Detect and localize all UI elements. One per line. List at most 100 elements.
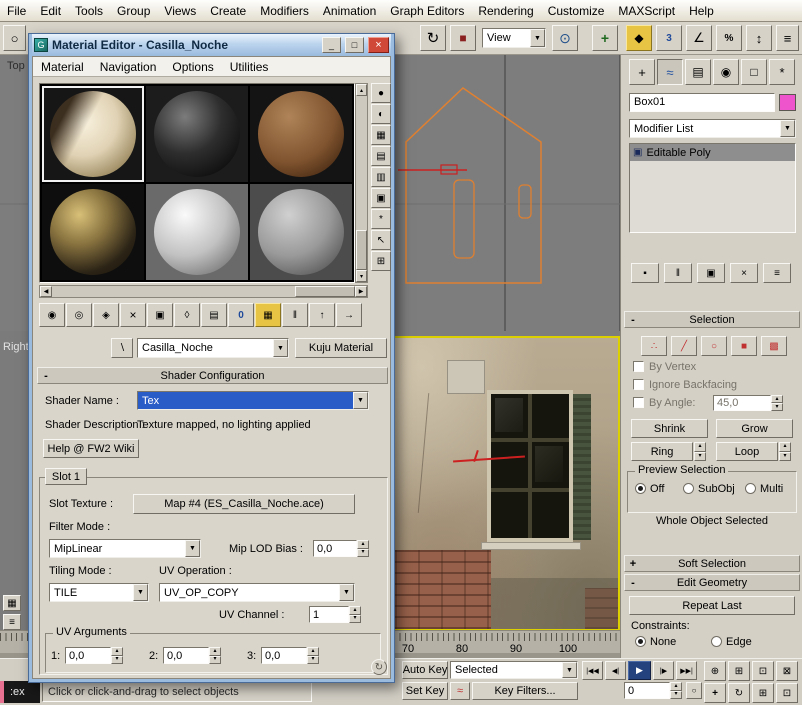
make-unique-icon[interactable]: ▣ [697, 263, 725, 283]
zoom-icon[interactable]: ⊕ [704, 661, 726, 681]
modifier-stack[interactable]: ▣ Editable Poly [629, 143, 796, 233]
menu-modifiers[interactable]: Modifiers [253, 4, 316, 18]
repeat-last-button[interactable]: Repeat Last [629, 596, 795, 615]
help-wiki-button[interactable]: Help @ FW2 Wiki [43, 439, 139, 458]
select-object-icon[interactable]: ○ [3, 25, 26, 51]
menu-edit[interactable]: Edit [33, 4, 68, 18]
menu-views[interactable]: Views [157, 4, 203, 18]
display-tab-icon[interactable]: □ [741, 59, 767, 85]
modify-tab-icon[interactable]: ≈ [657, 59, 683, 85]
uv-operation-dropdown[interactable]: UV_OP_COPY ▼ [159, 583, 355, 602]
set-key-button[interactable]: Set Key [402, 682, 448, 700]
ring-button[interactable]: Ring [631, 442, 693, 461]
preview-multi-radio[interactable] [745, 483, 756, 494]
hierarchy-tab-icon[interactable]: ▤ [685, 59, 711, 85]
sample-slot-1[interactable] [42, 86, 144, 182]
reference-coordinate-dropdown[interactable]: View ▼ [482, 28, 546, 48]
object-name-field[interactable]: Box01 [629, 93, 775, 112]
key-filters-button[interactable]: Key Filters... [472, 682, 578, 700]
vscroll-thumb[interactable] [356, 230, 367, 270]
go-to-sibling-icon[interactable]: → [336, 303, 362, 327]
next-frame-icon[interactable]: |▶ [653, 661, 674, 680]
arg1-spinner[interactable]: 0,0 ▴▾ [65, 647, 123, 664]
grow-button[interactable]: Grow [716, 419, 793, 438]
uv-channel-spinner[interactable]: 1 ▴▾ [309, 606, 361, 623]
constraint-edge-radio[interactable] [711, 636, 722, 647]
me-menu-utilities[interactable]: Utilities [222, 60, 277, 74]
orbit-icon[interactable]: ↻ [728, 683, 750, 703]
shader-name-dropdown[interactable]: Tex ▼ [137, 391, 369, 410]
menu-create[interactable]: Create [203, 4, 253, 18]
menu-help[interactable]: Help [682, 4, 721, 18]
make-copy-icon[interactable]: ▣ [147, 303, 173, 327]
selection-rollout-header[interactable]: - Selection [624, 311, 800, 328]
sample-slot-4[interactable] [42, 184, 144, 280]
angle-snap-icon[interactable]: ∠ [686, 25, 712, 51]
scroll-down-icon[interactable]: ▾ [356, 270, 367, 282]
sample-hscrollbar[interactable]: ◀ ▶ [39, 285, 368, 298]
me-menu-options[interactable]: Options [164, 60, 221, 74]
edge-subobject-icon[interactable]: ╱ [671, 336, 697, 356]
pick-material-icon[interactable]: ∖ [111, 338, 133, 358]
me-menu-navigation[interactable]: Navigation [92, 60, 165, 74]
modifier-list-dropdown[interactable]: Modifier List ▼ [629, 119, 796, 138]
chevron-down-icon[interactable]: ▼ [353, 392, 368, 409]
get-material-icon[interactable]: ◉ [39, 303, 65, 327]
chevron-down-icon[interactable]: ▼ [273, 339, 288, 357]
selection-set-dropdown[interactable]: Selected ▼ [450, 661, 578, 679]
current-frame-spinner[interactable]: 0 ▴▾ [624, 682, 682, 699]
chevron-down-icon[interactable]: ▼ [562, 662, 577, 678]
maximize-viewport-icon[interactable]: ⊞ [752, 683, 774, 703]
arg3-spinner[interactable]: 0,0 ▴▾ [261, 647, 319, 664]
make-preview-icon[interactable]: ▣ [371, 188, 391, 208]
sample-slot-5[interactable] [146, 184, 248, 280]
select-manipulate-icon[interactable]: + [592, 25, 618, 51]
material-name-dropdown[interactable]: Casilla_Noche ▼ [137, 338, 289, 358]
previous-frame-icon[interactable]: ◀| [605, 661, 626, 680]
sample-slot-2[interactable] [146, 86, 248, 182]
material-editor-titlebar[interactable]: G Material Editor - Casilla_Noche _ □ × [32, 34, 391, 56]
slot1-tab[interactable]: Slot 1 [45, 468, 87, 485]
polygon-subobject-icon[interactable]: ■ [731, 336, 757, 356]
select-rotate-icon[interactable]: ↻ [420, 25, 446, 51]
go-to-end-icon[interactable]: ▶▶| [676, 661, 697, 680]
material-class-button[interactable]: Kuju Material [295, 338, 387, 358]
menu-rendering[interactable]: Rendering [471, 4, 540, 18]
me-menu-material[interactable]: Material [33, 60, 92, 74]
stack-item-editable-poly[interactable]: ▣ Editable Poly [630, 144, 795, 161]
close-icon[interactable]: × [368, 37, 389, 53]
loop-spinner[interactable]: ▴▾ [779, 442, 792, 461]
list-icon[interactable]: ≡ [3, 614, 21, 630]
make-unique-material-icon[interactable]: ◊ [174, 303, 200, 327]
go-to-start-icon[interactable]: |◀◀ [582, 661, 603, 680]
chevron-down-icon[interactable]: ▼ [339, 584, 354, 601]
zoom-all-icon[interactable]: ⊞ [728, 661, 750, 681]
zoom-extents-all-icon[interactable]: ⊠ [776, 661, 798, 681]
object-color-swatch[interactable] [779, 94, 796, 111]
filter-mode-dropdown[interactable]: MipLinear ▼ [49, 539, 201, 558]
menu-maxscript[interactable]: MAXScript [611, 4, 682, 18]
spinner-down-icon[interactable]: ▾ [771, 403, 783, 411]
new-key-tangent-icon[interactable]: ≈ [450, 682, 470, 700]
field-of-view-icon[interactable]: ⊡ [776, 683, 798, 703]
mip-lod-bias-spinner[interactable]: 0,0 ▴▾ [313, 540, 369, 557]
auto-key-button[interactable]: Auto Key [402, 661, 448, 679]
maxscript-mini-listener[interactable]: :ex [0, 681, 40, 703]
use-pivot-center-icon[interactable]: ⊙ [552, 25, 578, 51]
chevron-down-icon[interactable]: ▼ [530, 29, 545, 47]
viewport-perspective[interactable] [393, 336, 620, 631]
go-to-parent-icon[interactable]: ↑ [309, 303, 335, 327]
snap-3d-icon[interactable]: 3 [656, 25, 682, 51]
slot-texture-button[interactable]: Map #4 (ES_Casilla_Noche.ace) [133, 494, 355, 514]
pin-stack-icon[interactable]: ▪ [631, 263, 659, 283]
show-end-result-icon[interactable]: ‖ [664, 263, 692, 283]
chevron-down-icon[interactable]: ▼ [185, 540, 200, 557]
loop-button[interactable]: Loop [716, 442, 778, 461]
scroll-up-icon[interactable]: ▴ [356, 84, 367, 96]
remove-modifier-icon[interactable]: × [730, 263, 758, 283]
configure-sets-icon[interactable]: ≡ [763, 263, 791, 283]
menu-file[interactable]: File [0, 4, 33, 18]
menu-animation[interactable]: Animation [316, 4, 383, 18]
maximize-icon[interactable]: □ [345, 37, 364, 53]
motion-tab-icon[interactable]: ◉ [713, 59, 739, 85]
